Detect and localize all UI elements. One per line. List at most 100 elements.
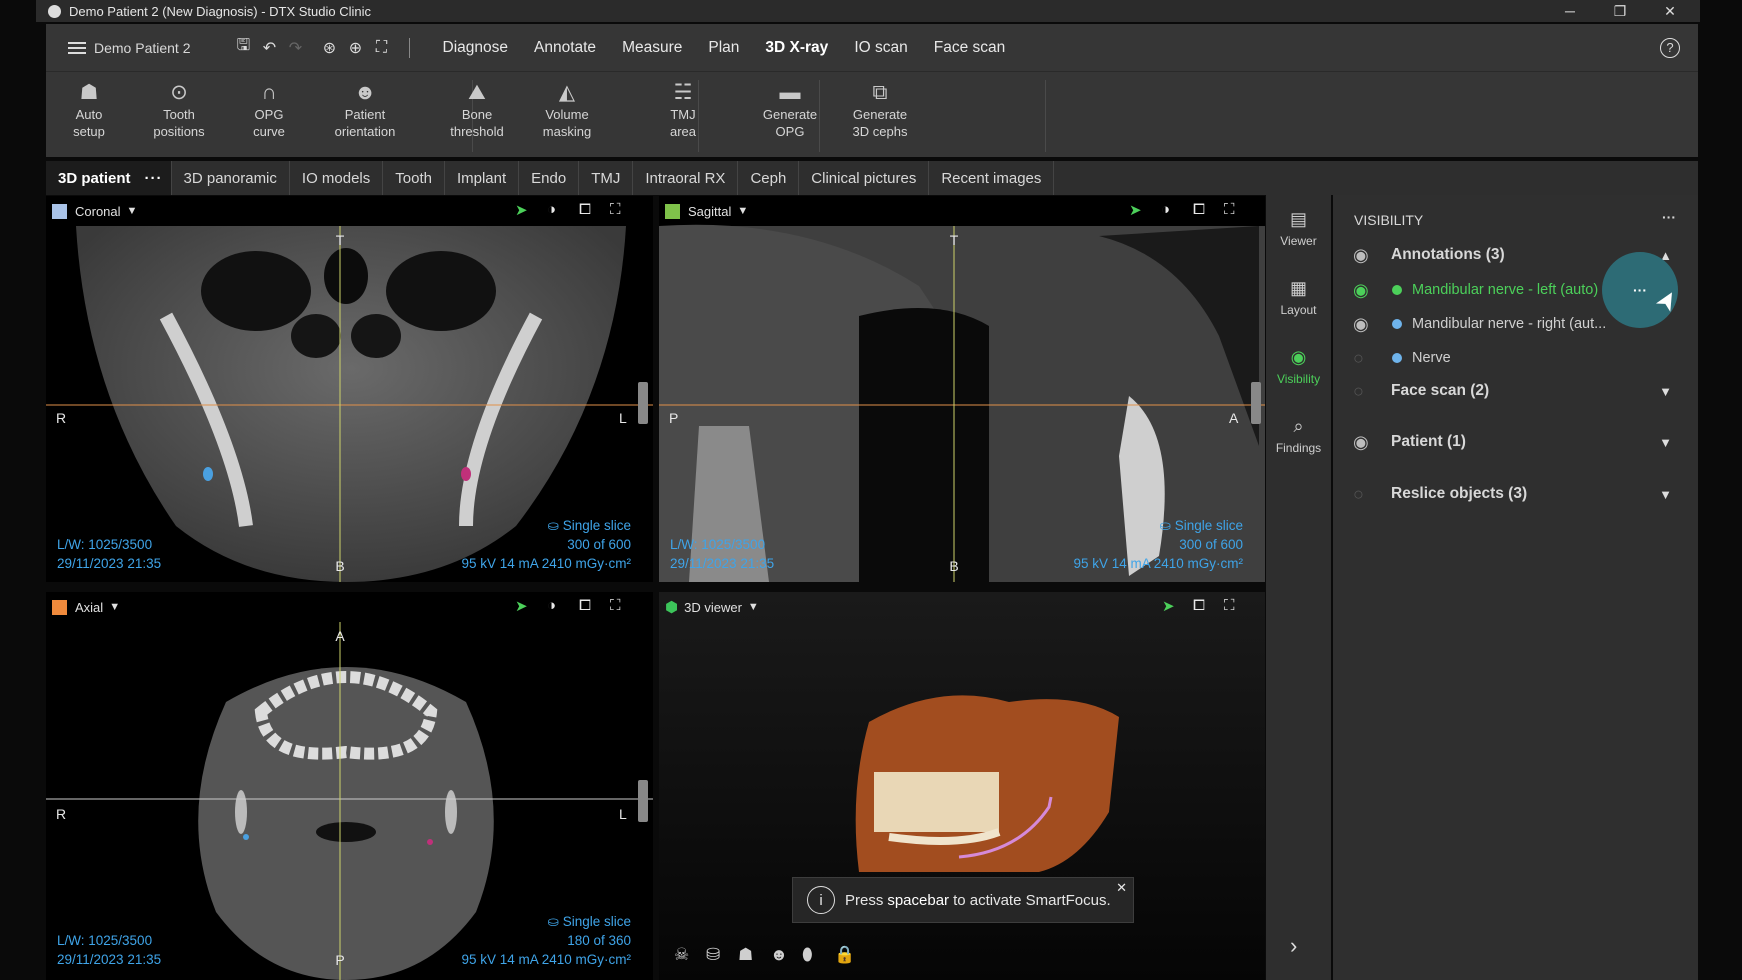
- ribbon-volume-masking-button[interactable]: ◭ Volume masking: [524, 78, 610, 156]
- annotation-item[interactable]: ◉ Mandibular nerve - right (aut...: [1333, 309, 1698, 339]
- crosshair-icon[interactable]: ⊕: [343, 35, 369, 61]
- fit-view-icon[interactable]: ⧠: [1193, 201, 1205, 218]
- patient-name-menu[interactable]: Demo Patient 2: [94, 40, 191, 56]
- nerve-view-icon[interactable]: ⬮: [802, 945, 813, 965]
- axial-view-selector[interactable]: Axial: [75, 600, 103, 615]
- maximize-view-icon[interactable]: ⛶: [1224, 597, 1235, 614]
- select-tool-icon[interactable]: ➤: [1129, 201, 1142, 219]
- sidebar-item-viewer[interactable]: ▤ Viewer: [1266, 209, 1331, 248]
- tab-more-button[interactable]: ···: [145, 170, 163, 187]
- sidebar-item-visibility[interactable]: ◉ Visibility: [1266, 347, 1331, 386]
- fit-view-icon[interactable]: ⧠: [579, 201, 591, 218]
- select-tool-icon[interactable]: ➤: [515, 201, 528, 219]
- slice-scrollbar[interactable]: [638, 382, 648, 424]
- annotation-item[interactable]: ○ Nerve: [1333, 343, 1698, 373]
- ribbon-generate-opg-button[interactable]: ▬ Generate OPG: [747, 78, 833, 156]
- visibility-group-face-scan[interactable]: ○ Face scan (2) ▼: [1333, 376, 1698, 406]
- contrast-icon[interactable]: ◑: [547, 597, 556, 614]
- ribbon-bone-threshold-button[interactable]: ⛰ Bone threshold: [434, 78, 520, 156]
- coronal-view-selector[interactable]: Coronal: [75, 204, 121, 219]
- ribbon-tmj-area-button[interactable]: ☵ TMJ area: [640, 78, 726, 156]
- image-tab-ceph[interactable]: Ceph: [738, 161, 800, 195]
- image-tab-tmj[interactable]: TMJ: [579, 161, 634, 195]
- eye-icon[interactable]: ◉: [1353, 432, 1369, 453]
- image-tab-recent-images[interactable]: Recent images: [929, 161, 1055, 195]
- chevron-down-icon[interactable]: ▼: [127, 205, 138, 217]
- visibility-group-patient[interactable]: ◉ Patient (1) ▼: [1333, 427, 1698, 457]
- ribbon-tooth-positions-button[interactable]: ⊙ Tooth positions: [136, 78, 222, 156]
- slice-scrollbar[interactable]: [1251, 382, 1261, 424]
- chevron-down-icon[interactable]: ▼: [1659, 487, 1672, 502]
- face-view-icon[interactable]: ☻: [770, 945, 788, 965]
- sidebar-item-layout[interactable]: ▦ Layout: [1266, 278, 1331, 317]
- slice-scrollbar[interactable]: [638, 780, 648, 822]
- close-window-button[interactable]: ✕: [1650, 0, 1690, 22]
- eye-icon[interactable]: ◉: [1353, 245, 1369, 266]
- minimize-button[interactable]: ─: [1550, 0, 1590, 22]
- eye-icon[interactable]: ◉: [1353, 280, 1369, 301]
- orientation-bottom: B: [335, 558, 345, 574]
- chevron-down-icon[interactable]: ▼: [748, 601, 759, 613]
- select-tool-icon[interactable]: ➤: [515, 597, 528, 615]
- chevron-down-icon[interactable]: ▼: [109, 601, 120, 613]
- chevron-down-icon[interactable]: ▼: [1659, 435, 1672, 450]
- hamburger-menu-icon[interactable]: [68, 41, 86, 54]
- sagittal-view-selector[interactable]: Sagittal: [688, 204, 731, 219]
- expand-sidebar-button[interactable]: ›: [1290, 933, 1297, 959]
- skull-view-icon[interactable]: ☠: [674, 945, 689, 965]
- network-icon[interactable]: ⊛: [317, 35, 343, 61]
- nav-tab-diagnose[interactable]: Diagnose: [430, 39, 522, 57]
- maximize-view-icon[interactable]: ⛶: [610, 201, 621, 218]
- ribbon-patient-orientation-button[interactable]: ☻ Patient orientation: [322, 78, 408, 156]
- 3d-viewer-selector[interactable]: 3D viewer: [684, 600, 742, 615]
- image-tab-3d-patient[interactable]: 3D patient ···: [46, 161, 172, 195]
- sidebar-item-findings[interactable]: ⌕ Findings: [1266, 416, 1331, 455]
- image-tab-3d-panoramic[interactable]: 3D panoramic: [172, 161, 290, 195]
- chevron-down-icon[interactable]: ▼: [737, 205, 748, 217]
- image-tab-intraoral-rx[interactable]: Intraoral RX: [633, 161, 739, 195]
- nav-tab-face-scan[interactable]: Face scan: [921, 39, 1019, 57]
- eye-icon[interactable]: ◉: [1353, 314, 1369, 335]
- nav-tab-3d-x-ray[interactable]: 3D X-ray: [752, 39, 841, 57]
- eye-hidden-icon[interactable]: ○: [1353, 348, 1364, 369]
- close-toast-button[interactable]: ✕: [1116, 880, 1127, 896]
- fit-view-icon[interactable]: ⧠: [1193, 597, 1205, 614]
- image-tab-endo[interactable]: Endo: [519, 161, 580, 195]
- image-tab-tooth[interactable]: Tooth: [383, 161, 445, 195]
- nav-tab-annotate[interactable]: Annotate: [521, 39, 609, 57]
- image-tab-io-models[interactable]: IO models: [290, 161, 384, 195]
- screenshot-icon[interactable]: ⛶: [369, 35, 395, 61]
- undo-icon[interactable]: ↶: [257, 35, 283, 61]
- ribbon-generate-3d-cephs-button[interactable]: ⧉ Generate 3D cephs: [837, 78, 923, 156]
- image-tab-clinical-pictures[interactable]: Clinical pictures: [799, 161, 930, 195]
- axial-view[interactable]: Axial ▼ ➤ ◑ ⧠ ⛶ A P R L L/W: 1025/3500 29…: [46, 592, 653, 980]
- restore-button[interactable]: ❐: [1600, 0, 1640, 22]
- fit-view-icon[interactable]: ⧠: [579, 597, 591, 614]
- visibility-group-reslice-objects[interactable]: ○ Reslice objects (3) ▼: [1333, 479, 1698, 509]
- select-tool-icon[interactable]: ➤: [1162, 597, 1175, 615]
- ribbon-opg-curve-button[interactable]: ∩ OPG curve: [226, 78, 312, 156]
- redo-icon[interactable]: ↷: [283, 35, 309, 61]
- save-icon[interactable]: 🖫: [231, 35, 257, 61]
- lock-icon[interactable]: 🔒: [834, 945, 855, 965]
- contrast-icon[interactable]: ◑: [547, 201, 556, 218]
- sagittal-view[interactable]: Sagittal ▼ ➤ ◑ ⧠ ⛶ T B P A L/W: 1025/350…: [659, 196, 1265, 582]
- contrast-icon[interactable]: ◑: [1161, 201, 1170, 218]
- maximize-view-icon[interactable]: ⛶: [1224, 201, 1235, 218]
- maximize-view-icon[interactable]: ⛶: [610, 597, 621, 614]
- teeth-view-icon[interactable]: ⛁: [706, 945, 720, 965]
- image-tab-implant[interactable]: Implant: [445, 161, 520, 195]
- eye-hidden-icon[interactable]: ○: [1353, 381, 1364, 402]
- chevron-down-icon[interactable]: ▼: [1659, 384, 1672, 399]
- nav-tab-plan[interactable]: Plan: [695, 39, 752, 57]
- coronal-view[interactable]: Coronal ▼ ➤ ◑ ⧠ ⛶ T B R L L/W: 1025/3500…: [46, 196, 653, 582]
- annotation-item[interactable]: ◉ Mandibular nerve - left (auto) ··· ➤: [1333, 252, 1698, 328]
- help-button[interactable]: ?: [1660, 37, 1680, 58]
- nav-tab-io-scan[interactable]: IO scan: [841, 39, 920, 57]
- ribbon-auto-setup-button[interactable]: ☗ Auto setup: [46, 78, 132, 156]
- jaw-view-icon[interactable]: ☗: [738, 945, 753, 965]
- panel-more-button[interactable]: ···: [1662, 209, 1676, 225]
- opg-curve-icon: ∩: [261, 80, 277, 104]
- nav-tab-measure[interactable]: Measure: [609, 39, 695, 57]
- eye-hidden-icon[interactable]: ○: [1353, 484, 1364, 505]
